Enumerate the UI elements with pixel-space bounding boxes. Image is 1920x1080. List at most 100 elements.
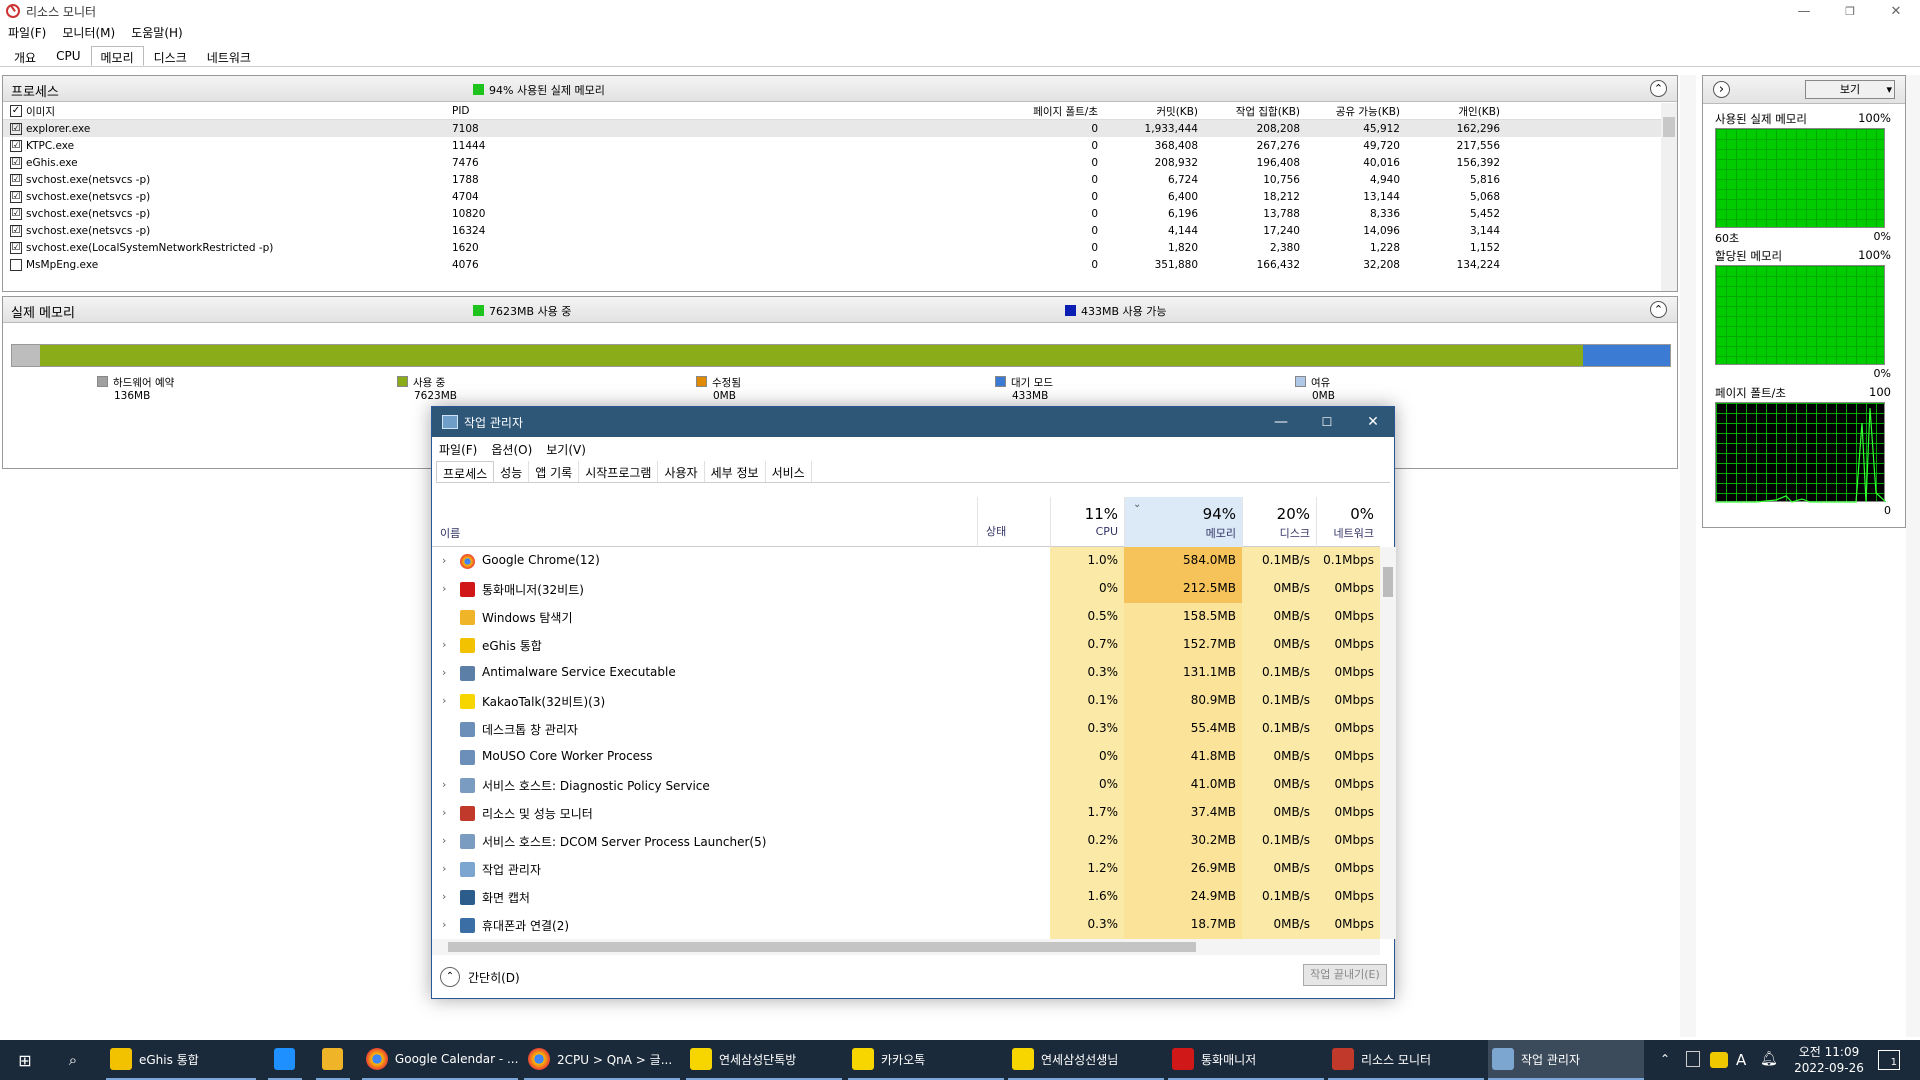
side-scrollbar[interactable] xyxy=(1906,75,1920,1037)
process-row[interactable]: › 서비스 호스트: Diagnostic Policy Service 0% 41.… xyxy=(432,771,1380,799)
col-disk[interactable]: 20% 디스크 xyxy=(1242,497,1316,547)
row-checkbox[interactable]: ☑ xyxy=(10,207,22,220)
taskbar-item[interactable] xyxy=(316,1040,350,1080)
col-name[interactable]: 이름 xyxy=(440,525,460,541)
select-all-checkbox[interactable]: ✓ xyxy=(10,105,22,117)
process-row[interactable]: › Google Chrome(12) 1.0% 584.0MB 0.1MB/s 0.1M… xyxy=(432,547,1380,575)
table-row[interactable]: ☑ KTPC.exe 11444 0 368,408 267,276 49,720 217,5… xyxy=(3,137,1667,154)
expand-arrow-icon[interactable]: › xyxy=(442,834,446,847)
tray-ime-indicator[interactable]: A xyxy=(1736,1051,1746,1069)
tab-disk[interactable]: 디스크 xyxy=(144,46,197,66)
tab-users[interactable]: 사용자 xyxy=(658,461,705,482)
table-row[interactable]: ☑ svchost.exe(netsvcs -p) 16324 0 4,144 17,24… xyxy=(3,222,1667,239)
col-shareable[interactable]: 공유 가능(KB) xyxy=(1300,104,1400,119)
tm-title-bar[interactable]: 작업 관리자 — ☐ ✕ xyxy=(432,407,1394,437)
minimize-button[interactable]: — xyxy=(1781,0,1827,22)
taskbar-item[interactable]: 연세삼성선생님 xyxy=(1008,1040,1164,1080)
tab-details[interactable]: 세부 정보 xyxy=(705,461,766,482)
scroll-thumb[interactable] xyxy=(1383,567,1393,597)
menu-monitor[interactable]: 모니터(M) xyxy=(54,22,123,42)
taskbar-item[interactable]: eGhis 통합 xyxy=(106,1040,256,1080)
tray-kakao-icon[interactable] xyxy=(1710,1052,1728,1068)
process-row[interactable]: › KakaoTalk(32비트)(3) 0.1% 80.9MB 0.1MB/s 0Mbp… xyxy=(432,687,1380,715)
row-checkbox[interactable]: ☑ xyxy=(10,241,22,254)
expand-arrow-icon[interactable]: › xyxy=(442,554,446,567)
end-task-button[interactable]: 작업 끝내기(E) xyxy=(1303,964,1387,986)
process-row[interactable]: › eGhis 통합 0.7% 152.7MB 0MB/s 0Mbps xyxy=(432,631,1380,659)
taskbar-item[interactable]: 2CPU > QnA > 글... xyxy=(524,1040,680,1080)
tm-close-button[interactable]: ✕ xyxy=(1350,407,1396,437)
table-row[interactable]: ☑ explorer.exe 7108 0 1,933,444 208,208 45,912… xyxy=(3,120,1667,137)
col-image[interactable]: 이미지 xyxy=(26,104,452,119)
tab-processes[interactable]: 프로세스 xyxy=(436,461,495,482)
taskbar-item[interactable]: 리소스 모니터 xyxy=(1328,1040,1484,1080)
memory-panel-header[interactable]: 실제 메모리 7623MB 사용 중 433MB 사용 가능 ⌃ xyxy=(3,297,1677,323)
row-checkbox[interactable]: ☑ xyxy=(10,156,22,169)
tm-vertical-scrollbar[interactable] xyxy=(1380,547,1396,939)
process-row[interactable]: › 리소스 및 성능 모니터 1.7% 37.4MB 0MB/s 0Mbps xyxy=(432,799,1380,827)
tray-network-icon[interactable] xyxy=(1686,1051,1700,1067)
tab-cpu[interactable]: CPU xyxy=(46,46,90,66)
title-bar[interactable]: 리소스 모니터 xyxy=(0,0,1920,22)
expand-arrow-icon[interactable]: › xyxy=(442,694,446,707)
process-panel-header[interactable]: 프로세스 94% 사용된 실제 메모리 ⌃ xyxy=(3,76,1677,102)
process-row[interactable]: › Antimalware Service Executable 0.3% 131.1… xyxy=(432,659,1380,687)
taskbar-item[interactable]: 카카오톡 xyxy=(848,1040,1004,1080)
process-row[interactable]: Windows 탐색기 0.5% 158.5MB 0MB/s 0Mbps xyxy=(432,603,1380,631)
row-checkbox[interactable]: ☑ xyxy=(10,190,22,203)
tab-services[interactable]: 서비스 xyxy=(766,461,812,482)
taskbar-item[interactable]: 연세삼성단톡방 xyxy=(686,1040,842,1080)
tm-minimize-button[interactable]: — xyxy=(1258,407,1304,437)
row-checkbox[interactable] xyxy=(10,258,22,271)
search-button[interactable]: ⌕ xyxy=(58,1040,88,1080)
taskbar-item[interactable]: Google Calendar - ... xyxy=(362,1040,518,1080)
process-scrollbar[interactable] xyxy=(1661,103,1677,291)
col-private[interactable]: 개인(KB) xyxy=(1400,104,1500,119)
restore-button[interactable]: ❐ xyxy=(1827,0,1873,22)
scroll-thumb[interactable] xyxy=(448,942,1196,952)
col-hard-faults[interactable]: 페이지 폴트/초 xyxy=(502,104,1098,119)
collapse-chevron-icon[interactable]: ⌃ xyxy=(1650,301,1667,318)
expand-arrow-icon[interactable]: › xyxy=(442,666,446,679)
main-scrollbar[interactable] xyxy=(1680,75,1696,1037)
table-row[interactable]: ☑ svchost.exe(netsvcs -p) 1788 0 6,724 10,756… xyxy=(3,171,1667,188)
tm-menu-options[interactable]: 옵션(O) xyxy=(484,441,539,458)
row-checkbox[interactable]: ☑ xyxy=(10,224,22,237)
process-row[interactable]: 데스크톱 창 관리자 0.3% 55.4MB 0.1MB/s 0Mbps xyxy=(432,715,1380,743)
tab-startup[interactable]: 시작프로그램 xyxy=(579,461,659,482)
tab-overview[interactable]: 개요 xyxy=(4,46,46,66)
tray-overflow-icon[interactable]: ⌃ xyxy=(1660,1052,1670,1066)
expand-arrow-icon[interactable]: › xyxy=(442,638,446,651)
col-commit[interactable]: 커밋(KB) xyxy=(1098,104,1198,119)
process-row[interactable]: › 휴대폰과 연결(2) 0.3% 18.7MB 0MB/s 0Mbps xyxy=(432,911,1380,939)
process-row[interactable]: › 통화매니저(32비트) 0% 212.5MB 0MB/s 0Mbps xyxy=(432,575,1380,603)
tm-maximize-button[interactable]: ☐ xyxy=(1304,407,1350,437)
table-row[interactable]: ☑ eGhis.exe 7476 0 208,932 196,408 40,016 156,3… xyxy=(3,154,1667,171)
expand-arrow-icon[interactable]: › xyxy=(442,918,446,931)
tab-network[interactable]: 네트워크 xyxy=(197,46,261,66)
process-row[interactable]: MoUSO Core Worker Process 0% 41.8MB 0MB/s 0M… xyxy=(432,743,1380,771)
row-checkbox[interactable]: ☑ xyxy=(10,139,22,152)
expand-arrow-icon[interactable]: › xyxy=(442,778,446,791)
process-row[interactable]: › 화면 캡처 1.6% 24.9MB 0.1MB/s 0Mbps xyxy=(432,883,1380,911)
process-row[interactable]: › 서비스 호스트: DCOM Server Process Launcher(5… xyxy=(432,827,1380,855)
fewer-details-link[interactable]: ⌃ 간단히(D) xyxy=(440,962,520,992)
col-status[interactable]: 상태 xyxy=(977,497,1050,547)
tab-performance[interactable]: 성능 xyxy=(494,461,530,482)
table-row[interactable]: ☑ svchost.exe(netsvcs -p) 10820 0 6,196 13,78… xyxy=(3,205,1667,222)
menu-file[interactable]: 파일(F) xyxy=(0,22,54,42)
table-row[interactable]: MsMpEng.exe 4076 0 351,880 166,432 32,208 134,… xyxy=(3,256,1667,273)
col-working-set[interactable]: 작업 집합(KB) xyxy=(1198,104,1300,119)
table-row[interactable]: ☑ svchost.exe(netsvcs -p) 4704 0 6,400 18,212… xyxy=(3,188,1667,205)
tm-menu-file[interactable]: 파일(F) xyxy=(432,441,484,458)
expand-arrow-icon[interactable]: › xyxy=(442,582,446,595)
tray-bell-icon[interactable]: 🔔︎ xyxy=(1760,1051,1778,1067)
taskbar-item[interactable]: 작업 관리자 xyxy=(1488,1040,1644,1080)
start-button[interactable]: ⊞ xyxy=(10,1040,40,1080)
menu-help[interactable]: 도움말(H) xyxy=(123,22,191,42)
row-checkbox[interactable]: ☑ xyxy=(10,122,22,135)
taskbar-item[interactable]: 통화매니저 xyxy=(1168,1040,1324,1080)
tm-menu-view[interactable]: 보기(V) xyxy=(539,441,593,458)
tm-horizontal-scrollbar[interactable] xyxy=(432,939,1380,955)
tab-memory[interactable]: 메모리 xyxy=(90,46,144,66)
